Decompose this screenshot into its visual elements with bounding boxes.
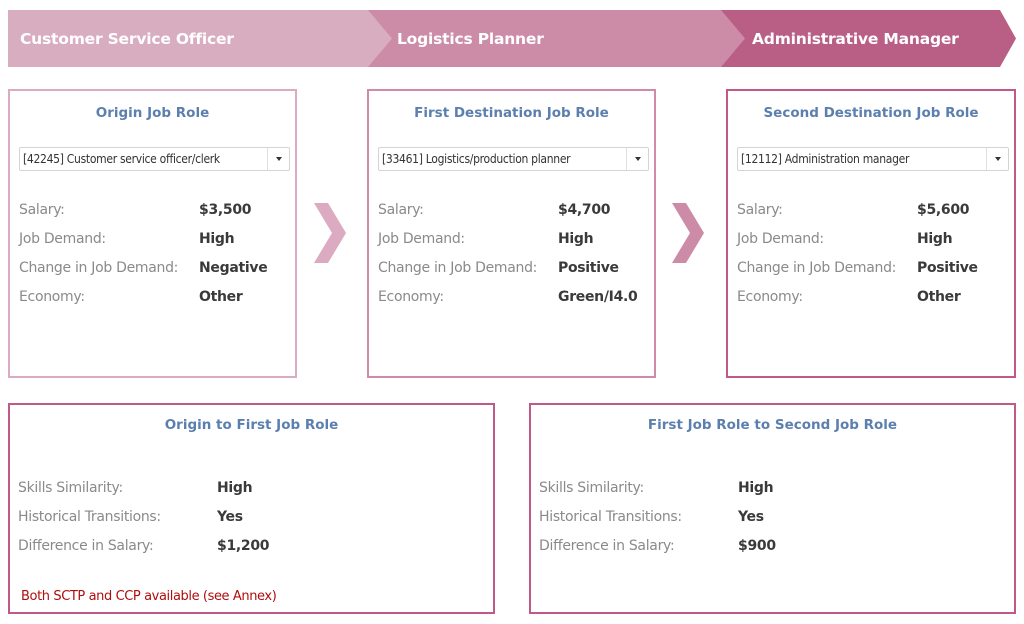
card-title: Origin to First Job Role xyxy=(164,417,339,433)
field-label: Economy: xyxy=(19,289,85,305)
field-label: Change in Job Demand: xyxy=(378,260,538,276)
field-value: $5,600 xyxy=(917,202,970,218)
chevron-down-icon[interactable] xyxy=(986,148,1008,170)
card-title: First Job Role to Second Job Role xyxy=(647,417,898,433)
economy-row: Economy: Other xyxy=(19,287,291,307)
field-value: High xyxy=(217,480,253,496)
field-label: Salary: xyxy=(378,202,424,218)
field-value: Yes xyxy=(217,509,243,525)
field-label: Change in Job Demand: xyxy=(737,260,897,276)
historical-transitions-row: Historical Transitions: Yes xyxy=(539,507,1010,527)
field-value: $4,700 xyxy=(558,202,611,218)
field-label: Skills Similarity: xyxy=(539,480,644,496)
card-title: First Destination Job Role xyxy=(414,105,609,121)
chevron-right-icon xyxy=(672,203,704,263)
chevron-down-icon[interactable] xyxy=(267,148,289,170)
chevron-right-icon xyxy=(314,203,346,263)
field-label: Skills Similarity: xyxy=(18,480,123,496)
field-value: $1,200 xyxy=(217,538,270,554)
card-title: Second Destination Job Role xyxy=(763,105,979,121)
field-value: Other xyxy=(917,289,961,305)
change-in-job-demand-row: Change in Job Demand: Positive xyxy=(737,258,1010,278)
step-label: Customer Service Officer xyxy=(20,29,234,48)
skills-similarity-row: Skills Similarity: High xyxy=(18,478,489,498)
field-label: Historical Transitions: xyxy=(18,509,161,525)
dropdown-value: [42245] Customer service officer/clerk xyxy=(23,152,220,166)
job-demand-row: Job Demand: High xyxy=(737,229,1010,249)
economy-row: Economy: Green/I4.0 xyxy=(378,287,650,307)
first-destination-job-role-card: First Destination Job Role [33461] Logis… xyxy=(367,89,656,378)
economy-row: Economy: Other xyxy=(737,287,1010,307)
difference-in-salary-row: Difference in Salary: $1,200 xyxy=(18,536,489,556)
change-in-job-demand-row: Change in Job Demand: Positive xyxy=(378,258,650,278)
field-value: $3,500 xyxy=(199,202,252,218)
field-label: Historical Transitions: xyxy=(539,509,682,525)
field-value: Positive xyxy=(558,260,619,276)
skills-similarity-row: Skills Similarity: High xyxy=(539,478,1010,498)
field-value: Positive xyxy=(917,260,978,276)
job-demand-row: Job Demand: High xyxy=(378,229,650,249)
field-label: Salary: xyxy=(737,202,783,218)
origin-job-role-card: Origin Job Role [42245] Customer service… xyxy=(8,89,297,378)
salary-row: Salary: $4,700 xyxy=(378,200,650,220)
field-label: Job Demand: xyxy=(737,231,824,247)
chevron-down-icon[interactable] xyxy=(626,148,648,170)
step-logistics-planner: Logistics Planner xyxy=(367,10,745,67)
field-label: Economy: xyxy=(378,289,444,305)
field-value: Other xyxy=(199,289,243,305)
change-in-job-demand-row: Change in Job Demand: Negative xyxy=(19,258,291,278)
historical-transitions-row: Historical Transitions: Yes xyxy=(18,507,489,527)
first-to-second-transition-card: First Job Role to Second Job Role Skills… xyxy=(529,403,1016,614)
card-title: Origin Job Role xyxy=(95,105,210,121)
field-value: $900 xyxy=(738,538,776,554)
difference-in-salary-row: Difference in Salary: $900 xyxy=(539,536,1010,556)
field-label: Difference in Salary: xyxy=(18,538,154,554)
second-destination-job-role-dropdown[interactable]: [12112] Administration manager xyxy=(737,147,1009,171)
field-value: Negative xyxy=(199,260,268,276)
second-destination-job-role-card: Second Destination Job Role [12112] Admi… xyxy=(726,89,1016,378)
step-label: Logistics Planner xyxy=(397,29,544,48)
dropdown-value: [12112] Administration manager xyxy=(741,152,910,166)
training-availability-note: Both SCTP and CCP available (see Annex) xyxy=(21,589,277,604)
field-label: Job Demand: xyxy=(19,231,106,247)
field-value: Yes xyxy=(738,509,764,525)
field-label: Economy: xyxy=(737,289,803,305)
origin-to-first-transition-card: Origin to First Job Role Skills Similari… xyxy=(8,403,495,614)
field-label: Change in Job Demand: xyxy=(19,260,179,276)
field-value: High xyxy=(738,480,774,496)
job-demand-row: Job Demand: High xyxy=(19,229,291,249)
field-value: High xyxy=(558,231,594,247)
step-label: Administrative Manager xyxy=(752,29,959,48)
field-value: High xyxy=(917,231,953,247)
step-customer-service-officer: Customer Service Officer xyxy=(8,10,392,67)
origin-job-role-dropdown[interactable]: [42245] Customer service officer/clerk xyxy=(19,147,290,171)
first-destination-job-role-dropdown[interactable]: [33461] Logistics/production planner xyxy=(378,147,649,171)
field-value: Green/I4.0 xyxy=(558,289,638,305)
salary-row: Salary: $3,500 xyxy=(19,200,291,220)
step-administrative-manager: Administrative Manager xyxy=(720,10,1016,67)
field-value: High xyxy=(199,231,235,247)
field-label: Job Demand: xyxy=(378,231,465,247)
dropdown-value: [33461] Logistics/production planner xyxy=(382,152,571,166)
field-label: Salary: xyxy=(19,202,65,218)
salary-row: Salary: $5,600 xyxy=(737,200,1010,220)
field-label: Difference in Salary: xyxy=(539,538,675,554)
